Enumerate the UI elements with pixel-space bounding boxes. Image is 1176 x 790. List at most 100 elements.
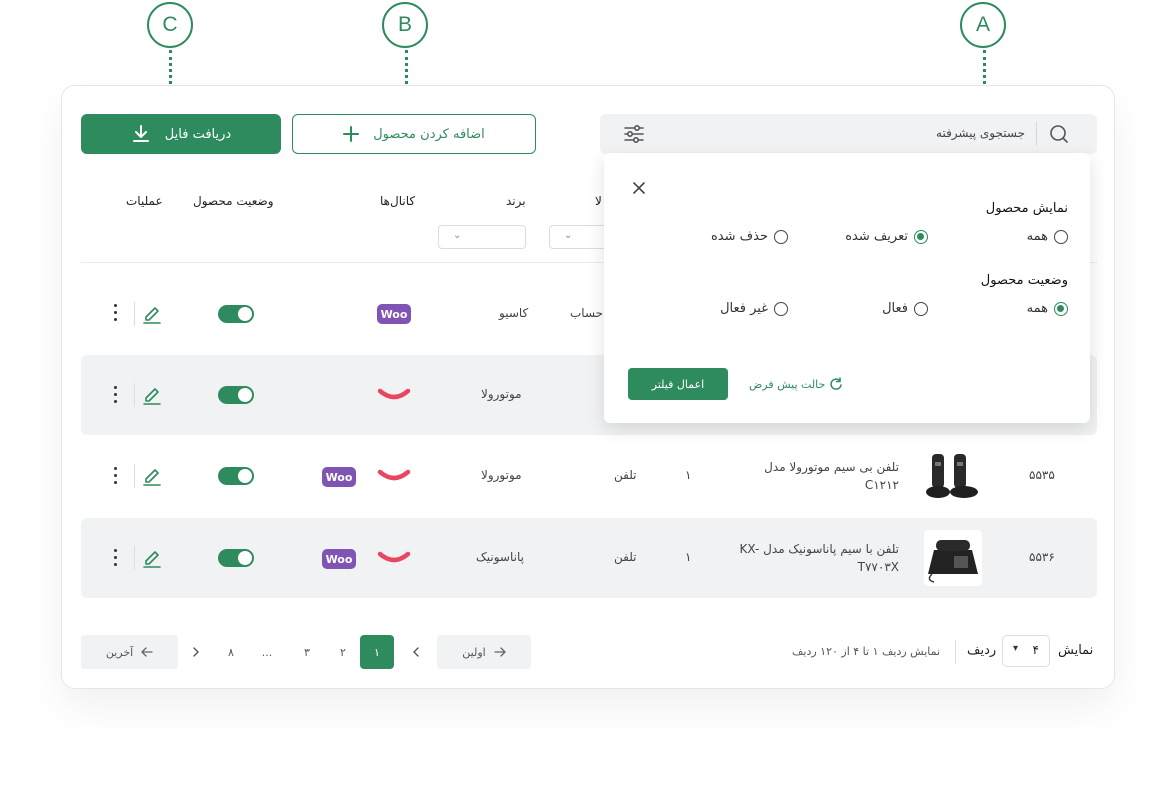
last-page-label: آخرین	[105, 645, 134, 659]
close-icon[interactable]	[632, 181, 646, 195]
brand-cell: کاسیو	[499, 306, 529, 320]
page-number: ۱	[374, 645, 380, 659]
action-divider	[134, 546, 135, 570]
page-number: ۲	[340, 645, 346, 659]
product-name-cell[interactable]: تلفن با سیم پاناسونیک مدل KX-T۷۷۰۳X	[731, 540, 899, 576]
count-cell: ۱	[685, 550, 692, 564]
radio-label: همه	[1026, 229, 1048, 244]
apply-filter-button[interactable]: اعمال فیلتر	[628, 368, 728, 400]
code-cell: ۵۵۳۶	[1029, 550, 1055, 564]
product-thumbnail	[924, 448, 982, 504]
pagination-divider	[955, 640, 956, 664]
callout-b: B	[382, 2, 428, 48]
page-button-8[interactable]: ۸	[220, 635, 242, 669]
product-name-cell[interactable]: تلفن بی سیم موتورولا مدل C۱۲۱۲	[731, 458, 899, 494]
display-radio-deleted[interactable]: حذف شده	[711, 229, 788, 244]
col-channels[interactable]: کانال‌ها	[380, 194, 415, 208]
add-product-button[interactable]: اضافه کردن محصول	[292, 114, 536, 154]
chevron-down-icon: ⌄	[564, 230, 573, 241]
edit-icon[interactable]	[142, 546, 162, 568]
chevron-left-icon	[413, 647, 419, 657]
woocommerce-icon: Woo	[322, 549, 356, 569]
smile-channel-icon	[377, 469, 411, 481]
category-cell: تلفن	[614, 468, 637, 482]
rows-per-page-select[interactable]: ▾ ۴	[1002, 635, 1050, 667]
download-file-button[interactable]: دریافت فایل	[81, 114, 281, 154]
last-page-button[interactable]: آخرین	[81, 635, 178, 669]
reset-default-link[interactable]: حالت پیش فرض	[749, 377, 843, 391]
table-row[interactable]: Woo موتورولا تلفن ۱ تلفن بی سیم موتورولا…	[81, 436, 1097, 516]
page-button-1-active[interactable]: ۱	[360, 635, 394, 669]
display-radio-defined[interactable]: تعریف شده	[845, 229, 928, 244]
first-page-button[interactable]: اولین	[437, 635, 531, 669]
edit-icon[interactable]	[142, 464, 162, 486]
brand-filter-select[interactable]: ⌄	[438, 225, 526, 249]
edit-icon[interactable]	[142, 302, 162, 324]
col-brand[interactable]: برند	[506, 194, 526, 208]
display-radio-all[interactable]: همه	[1027, 229, 1068, 244]
radio-circle	[774, 301, 788, 316]
cordless-phone-image	[926, 454, 978, 498]
plus-icon	[343, 126, 360, 142]
radio-circle-checked	[914, 229, 928, 244]
chevron-down-icon: ▾	[1013, 643, 1019, 654]
download-icon	[132, 125, 149, 142]
col-operations: عملیات	[126, 194, 163, 208]
first-page-label: اولین	[462, 645, 486, 659]
status-toggle[interactable]	[218, 386, 254, 404]
status-toggle[interactable]	[218, 305, 254, 323]
kebab-icon[interactable]	[110, 302, 120, 324]
woocommerce-text: Woo	[325, 470, 353, 484]
search-input[interactable]: جستجوی پیشرفته	[936, 126, 1025, 140]
chevron-right-icon	[193, 647, 199, 657]
next-page-button[interactable]	[186, 635, 206, 669]
advanced-search-bar[interactable]: جستجوی پیشرفته	[600, 114, 1097, 154]
col-status[interactable]: وضعیت محصول	[193, 194, 274, 208]
radio-label: حذف شده	[711, 229, 768, 244]
smile-channel-icon	[377, 388, 411, 400]
status-toggle[interactable]	[218, 549, 254, 567]
chevron-down-icon: ⌄	[453, 230, 462, 241]
radio-circle	[1054, 229, 1068, 244]
action-divider	[134, 464, 135, 488]
radio-label: تعریف شده	[845, 229, 908, 244]
filter-sliders-icon[interactable]	[622, 122, 646, 146]
page-button-3[interactable]: ۳	[296, 635, 318, 669]
table-row[interactable]: Woo پاناسونیک تلفن ۱ تلفن با سیم پاناسون…	[81, 518, 1097, 598]
page-button-2[interactable]: ۲	[332, 635, 354, 669]
callout-b-label: B	[397, 13, 412, 36]
page-number: ۸	[228, 645, 234, 659]
callout-c: C	[147, 2, 193, 48]
woocommerce-text: Woo	[380, 307, 408, 321]
action-divider	[134, 383, 135, 407]
category-cell: حساب	[570, 306, 604, 320]
edit-icon[interactable]	[142, 383, 162, 405]
arrow-left-icon	[141, 647, 153, 657]
rows-per-page-value: ۴	[1032, 643, 1039, 657]
radio-circle-checked	[1054, 301, 1068, 316]
status-radio-all[interactable]: همه	[1027, 301, 1068, 316]
woocommerce-icon: Woo	[377, 304, 411, 324]
callout-a: A	[960, 2, 1006, 48]
radio-circle	[774, 229, 788, 244]
prev-page-button[interactable]	[406, 635, 426, 669]
search-icon[interactable]	[1048, 123, 1070, 145]
refresh-icon	[830, 377, 843, 390]
page-number: ...	[261, 645, 273, 659]
action-divider	[134, 302, 135, 326]
apply-filter-label: اعمال فیلتر	[651, 377, 705, 391]
callout-c-label: C	[162, 13, 178, 36]
code-cell: ۵۵۳۵	[1029, 468, 1055, 482]
status-toggle[interactable]	[218, 467, 254, 485]
corded-phone-image	[928, 540, 978, 583]
kebab-icon[interactable]	[110, 547, 120, 569]
status-radio-inactive[interactable]: غیر فعال	[720, 301, 788, 316]
woocommerce-icon: Woo	[322, 467, 356, 487]
radio-label: همه	[1026, 301, 1048, 316]
woocommerce-text: Woo	[325, 552, 353, 566]
col-category[interactable]: لا	[595, 194, 602, 208]
status-radio-active[interactable]: فعال	[882, 301, 928, 316]
kebab-icon[interactable]	[110, 465, 120, 487]
reset-default-label: حالت پیش فرض	[749, 377, 826, 391]
kebab-icon[interactable]	[110, 384, 120, 406]
